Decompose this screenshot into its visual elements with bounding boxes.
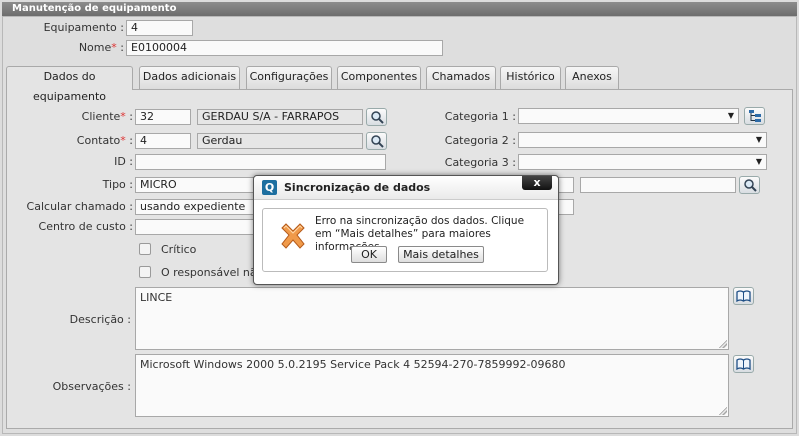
sync-error-dialog: Q Sincronização de dados x Erro na sincr… xyxy=(253,175,559,285)
responsavel-label: O responsável não xyxy=(161,266,255,279)
categoria3-select[interactable]: ▼ xyxy=(518,154,767,170)
dialog-title: Sincronização de dados xyxy=(284,181,431,194)
required-marker: * xyxy=(120,134,126,147)
contato-label: Contato* : xyxy=(20,134,133,148)
tipo-extra-field[interactable] xyxy=(557,177,574,193)
descricao-book-button[interactable] xyxy=(733,287,754,305)
responsavel-checkbox[interactable] xyxy=(139,266,151,278)
tab-anexos[interactable]: Anexos xyxy=(565,66,619,89)
more-details-button[interactable]: Mais detalhes xyxy=(398,246,484,263)
cliente-search-button[interactable] xyxy=(366,108,387,126)
book-icon xyxy=(736,290,751,302)
observacoes-textarea[interactable]: Microsoft Windows 2000 5.0.2195 Service … xyxy=(135,354,729,417)
centro-de-custo-field[interactable] xyxy=(135,219,255,235)
book-icon xyxy=(736,358,751,370)
cliente-label-sep: : xyxy=(129,110,133,123)
tipo-field[interactable]: MICRO xyxy=(135,177,255,193)
required-marker: * xyxy=(120,110,126,123)
nome-field[interactable]: E0100004 xyxy=(126,40,443,56)
contato-name-field: Gerdau xyxy=(197,133,363,149)
window-title: Manutenção de equipamento xyxy=(2,2,797,16)
cliente-label-text: Cliente xyxy=(81,110,121,123)
app-logo-icon: Q xyxy=(262,180,277,195)
cliente-name-field: GERDAU S/A - FARRAPOS xyxy=(197,109,363,125)
tab-dados-adicionais[interactable]: Dados adicionais xyxy=(139,66,240,89)
dialog-body: Erro na sincronização dos dados. Clique … xyxy=(262,208,548,272)
contato-search-button[interactable] xyxy=(366,132,387,150)
descricao-text: LINCE xyxy=(140,291,173,304)
contato-code-field[interactable]: 4 xyxy=(135,133,191,149)
dropdown-arrow-icon: ▼ xyxy=(755,157,762,166)
ok-button[interactable]: OK xyxy=(351,246,387,263)
tipo-desc-field[interactable] xyxy=(580,177,736,193)
nome-label-sep: : xyxy=(120,41,124,54)
required-marker: * xyxy=(111,41,117,54)
resize-grip-icon[interactable] xyxy=(719,340,727,348)
contato-label-sep: : xyxy=(129,134,133,147)
critico-label: Crítico xyxy=(161,243,197,256)
equipamento-label: Equipamento : xyxy=(43,21,124,34)
observacoes-book-button[interactable] xyxy=(733,355,754,373)
calcular-extra-field[interactable] xyxy=(557,199,574,215)
cliente-label: Cliente* : xyxy=(20,110,133,124)
error-x-icon xyxy=(281,223,305,249)
resize-grip-icon[interactable] xyxy=(719,407,727,415)
tipo-label: Tipo : xyxy=(102,178,133,191)
search-icon xyxy=(743,179,757,192)
equipamento-field[interactable]: 4 xyxy=(126,20,193,36)
tab-dados-do-equipamento[interactable]: Dados do equipamento xyxy=(6,66,133,103)
critico-checkbox[interactable] xyxy=(139,243,151,255)
descricao-label: Descrição : xyxy=(69,313,131,326)
nome-label-text: Nome xyxy=(78,41,112,54)
calcular-chamado-select[interactable]: usando expediente xyxy=(135,199,255,215)
categoria1-label: Categoria 1 : xyxy=(444,110,516,123)
categoria-tree-button[interactable] xyxy=(744,107,765,125)
categoria2-select[interactable]: ▼ xyxy=(518,132,767,148)
contato-label-text: Contato xyxy=(76,134,121,147)
cliente-code-field[interactable]: 32 xyxy=(135,109,191,125)
tree-icon xyxy=(748,110,761,122)
close-button[interactable]: x xyxy=(522,176,552,190)
calcular-chamado-label: Calcular chamado : xyxy=(26,200,133,213)
tab-componentes[interactable]: Componentes xyxy=(337,66,421,89)
tab-historico[interactable]: Histórico xyxy=(500,66,561,89)
dropdown-arrow-icon: ▼ xyxy=(727,111,734,120)
tipo-search-button[interactable] xyxy=(739,176,760,194)
id-label: ID : xyxy=(114,155,133,168)
descricao-textarea[interactable]: LINCE xyxy=(135,287,729,350)
categoria2-label: Categoria 2 : xyxy=(444,134,516,147)
tab-chamados[interactable]: Chamados xyxy=(426,66,496,89)
categoria3-label: Categoria 3 : xyxy=(444,156,516,169)
search-icon xyxy=(370,111,384,124)
dropdown-arrow-icon: ▼ xyxy=(755,135,762,144)
nome-label: Nome* : xyxy=(30,41,124,55)
categoria1-select[interactable]: ▼ xyxy=(518,108,739,124)
dialog-header: Q Sincronização de dados x xyxy=(254,176,558,200)
centro-de-custo-label: Centro de custo : xyxy=(38,220,133,233)
tab-configuracoes[interactable]: Configurações xyxy=(246,66,332,89)
observacoes-text: Microsoft Windows 2000 5.0.2195 Service … xyxy=(140,358,566,371)
observacoes-label: Observações : xyxy=(52,380,131,393)
search-icon xyxy=(370,135,384,148)
id-field[interactable] xyxy=(135,154,386,170)
